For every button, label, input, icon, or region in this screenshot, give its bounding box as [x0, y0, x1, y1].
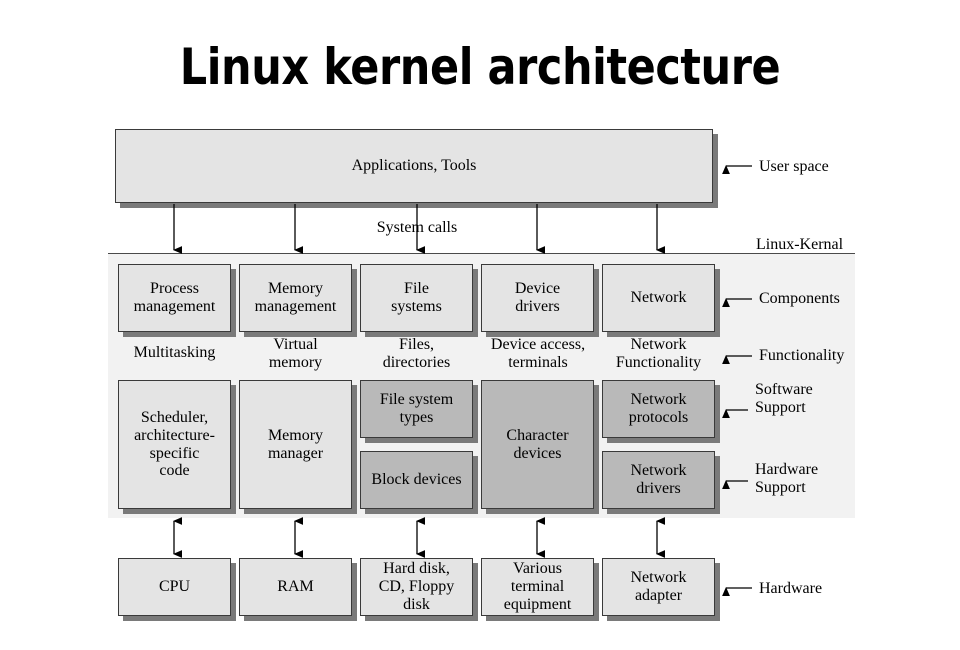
applications-tools-label: Applications, Tools — [351, 157, 477, 175]
component-label: Memory management — [254, 280, 337, 315]
support-box-network-drivers[interactable]: Network drivers — [602, 451, 715, 509]
hardware-box-network-adapter[interactable]: Network adapter — [602, 558, 715, 616]
support-box-scheduler[interactable]: Scheduler, architecture- specific code — [118, 380, 231, 509]
functionality-text-files-directories: Files, directories — [382, 336, 451, 371]
support-label: Block devices — [371, 471, 462, 489]
hardware-label: Hard disk, CD, Floppy disk — [378, 560, 455, 613]
hardware-box-cpu[interactable]: CPU — [118, 558, 231, 616]
functionality-row-label: Functionality — [759, 347, 845, 364]
component-box-process-management[interactable]: Process management — [118, 264, 231, 332]
components-row-label: Components — [759, 290, 840, 307]
functionality-text-multitasking: Multitasking — [133, 344, 216, 361]
component-label: Process management — [133, 280, 216, 315]
support-box-block-devices[interactable]: Block devices — [360, 451, 473, 509]
hardware-box-terminal-equipment[interactable]: Various terminal equipment — [481, 558, 594, 616]
support-label: File system types — [379, 391, 454, 426]
applications-tools-box[interactable]: Applications, Tools — [115, 129, 713, 203]
component-label: Device drivers — [514, 280, 561, 315]
hardware-support-row-label: Hardware Support — [755, 461, 819, 496]
component-box-network[interactable]: Network — [602, 264, 715, 332]
hardware-row-label: Hardware — [759, 580, 823, 597]
support-box-memory-manager[interactable]: Memory manager — [239, 380, 352, 509]
component-box-memory-management[interactable]: Memory management — [239, 264, 352, 332]
hardware-box-hard-disk[interactable]: Hard disk, CD, Floppy disk — [360, 558, 473, 616]
hardware-box-ram[interactable]: RAM — [239, 558, 352, 616]
component-label: File systems — [391, 280, 442, 315]
linux-kernel-label: Linux-Kernal — [756, 236, 844, 253]
support-label: Scheduler, architecture- specific code — [134, 408, 215, 480]
support-label: Memory manager — [267, 426, 324, 462]
component-box-file-systems[interactable]: File systems — [360, 264, 473, 332]
functionality-text-device-access: Device access, terminals — [490, 336, 586, 371]
system-calls-label: System calls — [376, 219, 458, 236]
support-box-file-system-types[interactable]: File system types — [360, 380, 473, 438]
hardware-label: Network adapter — [630, 569, 687, 604]
support-box-network-protocols[interactable]: Network protocols — [602, 380, 715, 438]
support-label: Network drivers — [630, 462, 687, 497]
page-title: Linux kernel architecture — [179, 38, 781, 96]
support-label: Network protocols — [628, 391, 689, 426]
support-box-character-devices[interactable]: Character devices — [481, 380, 594, 509]
hardware-label: CPU — [158, 578, 191, 596]
diagram-canvas: Linux kernel architecture Applications, … — [0, 0, 960, 650]
software-support-row-label: Software Support — [755, 381, 813, 416]
functionality-text-network-functionality: Network Functionality — [615, 336, 702, 371]
component-label: Network — [630, 289, 687, 307]
support-label: Character devices — [506, 426, 569, 462]
functionality-text-virtual-memory: Virtual memory — [268, 336, 323, 371]
hardware-link-arrows — [173, 517, 665, 558]
hardware-label: RAM — [277, 578, 314, 596]
component-box-device-drivers[interactable]: Device drivers — [481, 264, 594, 332]
user-space-label: User space — [759, 158, 829, 175]
hardware-label: Various terminal equipment — [503, 560, 572, 613]
